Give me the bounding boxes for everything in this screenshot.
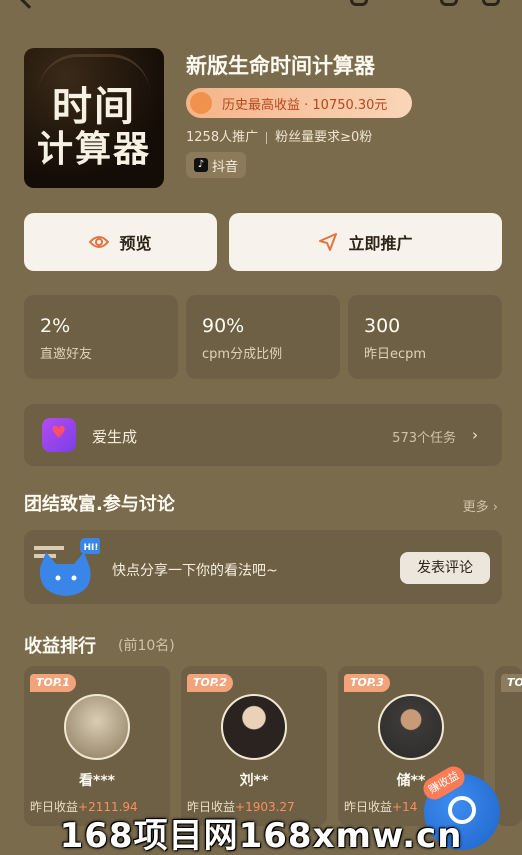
stat-label: 昨日ecpm [364, 347, 427, 362]
eye-icon [89, 236, 110, 248]
stat-card: 300 昨日ecpm [348, 295, 502, 379]
generator-name: 爱生成 [92, 428, 138, 446]
star-icon[interactable] [440, 0, 458, 6]
generator-row[interactable]: 爱生成 573个任务 › [24, 404, 502, 466]
post-comment-button[interactable]: 发表评论 [400, 552, 490, 584]
heart-app-icon [42, 418, 76, 452]
stat-value: 300 [364, 315, 401, 337]
app-meta: 1258人推广 粉丝量要求≥0粉 [186, 126, 372, 145]
tiktok-icon: ♪ [194, 158, 208, 172]
cover-title-line2: 计算器 [36, 128, 151, 170]
ranking-card[interactable]: TOP.1 看*** 昨日收益+2111.94 [24, 666, 170, 826]
stat-value: 90% [202, 315, 245, 337]
preview-button[interactable]: 预览 [24, 213, 217, 271]
watermark: 168项目网168xmw.cn [59, 816, 463, 855]
app-header: 时间 计算器 新版生命时间计算器 历史最高收益 · 10750.30元 1258… [24, 48, 504, 190]
app-title: 新版生命时间计算器 [186, 54, 375, 78]
platform-tag: ♪ 抖音 [186, 152, 247, 178]
chevron-right-icon: › [472, 426, 478, 444]
promoters-count: 1258人推广 [186, 130, 259, 145]
discussion-prompt: 快点分享一下你的看法吧~ [112, 563, 278, 579]
stat-card: 2% 直邀好友 [24, 295, 178, 379]
mascot-icon: HI! [34, 538, 100, 596]
promote-label: 立即推广 [348, 234, 413, 253]
stat-card: 90% cpm分成比例 [186, 295, 340, 379]
mascot-hi-text: HI! [84, 543, 99, 553]
stat-label: cpm分成比例 [202, 347, 283, 362]
max-earnings-badge: 历史最高收益 · 10750.30元 [186, 88, 412, 118]
rank-tag: TOP.2 [187, 674, 233, 692]
avatar [378, 694, 444, 760]
rank-tag: TO [501, 674, 522, 692]
ranking-subtitle: (前10名) [118, 638, 175, 654]
coin-icon [190, 92, 212, 114]
promote-button[interactable]: 立即推广 [229, 213, 502, 271]
send-icon [319, 233, 338, 251]
share-icon[interactable] [350, 0, 368, 6]
divider [266, 131, 268, 144]
rank-tag: TOP.3 [344, 674, 390, 692]
more-icon[interactable] [482, 0, 500, 6]
discussion-card: HI! 快点分享一下你的看法吧~ 发表评论 [24, 530, 502, 604]
stat-value: 2% [40, 315, 71, 337]
platform-label: 抖音 [212, 159, 239, 175]
fan-requirement: 粉丝量要求≥0粉 [275, 130, 373, 145]
top-bar [0, 0, 522, 14]
task-count: 573个任务 [392, 431, 456, 446]
ranking-card[interactable]: TO [495, 666, 522, 826]
user-name: 看*** [79, 773, 115, 789]
preview-label: 预览 [119, 234, 152, 253]
rank-tag: TOP.1 [30, 674, 76, 692]
user-name: 刘** [239, 773, 269, 789]
app-cover-image: 时间 计算器 [24, 48, 164, 188]
back-icon[interactable] [19, 0, 39, 9]
ranking-card[interactable]: TOP.2 刘** 昨日收益+1903.27 [181, 666, 327, 826]
avatar [221, 694, 287, 760]
discussion-title: 团结致富.参与讨论 [24, 494, 175, 515]
max-earnings-text: 历史最高收益 · 10750.30元 [222, 98, 388, 113]
more-link[interactable]: 更多 › [463, 496, 498, 515]
avatar [64, 694, 130, 760]
ranking-title: 收益排行 [24, 636, 96, 657]
stat-label: 直邀好友 [40, 347, 93, 362]
